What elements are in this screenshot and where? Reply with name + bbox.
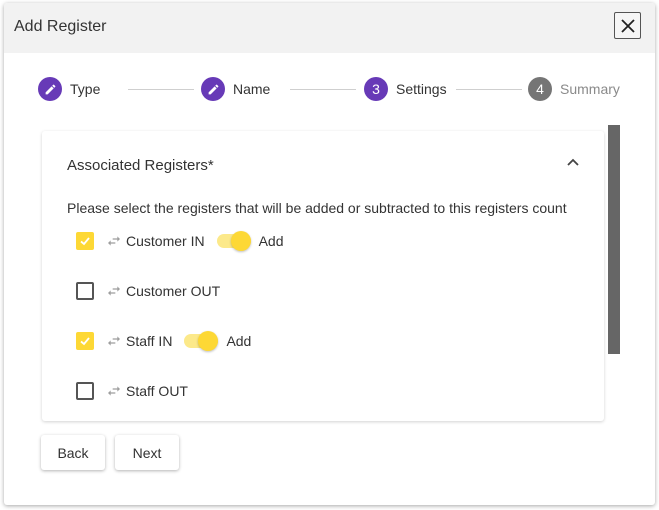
back-button[interactable]: Back — [41, 435, 105, 470]
step-name[interactable]: Name — [201, 77, 270, 101]
add-subtract-toggle[interactable] — [215, 231, 251, 251]
chevron-up-icon[interactable] — [565, 155, 581, 171]
step-settings[interactable]: 3 Settings — [364, 77, 447, 101]
register-checkbox[interactable] — [76, 382, 94, 400]
register-label: Staff OUT — [126, 383, 188, 399]
step-summary-label: Summary — [560, 81, 620, 97]
step-summary[interactable]: 4 Summary — [528, 77, 620, 101]
toggle-label: Add — [258, 233, 284, 249]
register-checkbox[interactable] — [76, 332, 94, 350]
pencil-icon — [208, 84, 218, 94]
associated-registers-panel: Associated Registers* Please select the … — [42, 131, 604, 421]
add-register-dialog: Add Register Type Name 3 Settings 4 Summ… — [4, 3, 655, 505]
step-type-label: Type — [70, 81, 101, 97]
step-name-label: Name — [233, 81, 271, 97]
register-row-customer-in: Customer IN Add — [76, 229, 284, 253]
register-label: Customer IN — [126, 233, 205, 249]
toggle-thumb — [230, 231, 251, 251]
toggle-label: Add — [226, 333, 252, 349]
panel-instruction: Please select the registers that will be… — [67, 200, 567, 216]
add-subtract-toggle[interactable] — [182, 331, 219, 351]
step-type[interactable]: Type — [38, 77, 100, 101]
register-label: Customer OUT — [126, 283, 221, 299]
register-row-customer-out: Customer OUT — [76, 279, 220, 303]
dialog-title: Add Register — [14, 18, 107, 35]
register-checkbox[interactable] — [76, 282, 94, 300]
step-summary-circle: 4 — [528, 77, 552, 101]
pencil-icon — [45, 84, 55, 94]
register-row-staff-out: Staff OUT — [76, 379, 188, 403]
close-icon — [620, 18, 635, 33]
step-connector — [456, 89, 522, 90]
register-row-staff-in: Staff IN Add — [76, 329, 251, 353]
checkmark-icon — [80, 237, 90, 246]
swap-horizontal-icon — [108, 286, 120, 296]
stepper: Type Name 3 Settings 4 Summary — [4, 53, 655, 125]
step-connector — [128, 89, 194, 90]
register-checkbox[interactable] — [76, 232, 94, 250]
panel-title: Associated Registers* — [67, 157, 214, 174]
step-name-circle — [201, 77, 225, 101]
step-settings-label: Settings — [396, 81, 447, 97]
register-label: Staff IN — [126, 333, 173, 349]
swap-horizontal-icon — [108, 386, 120, 396]
next-button[interactable]: Next — [115, 435, 179, 470]
step-type-circle — [38, 77, 62, 101]
step-settings-circle: 3 — [364, 77, 388, 101]
swap-horizontal-icon — [108, 336, 120, 346]
swap-horizontal-icon — [108, 236, 120, 246]
toggle-thumb — [198, 331, 219, 351]
dialog-titlebar: Add Register — [4, 3, 655, 53]
close-button[interactable] — [614, 12, 641, 39]
panel-scrollbar[interactable] — [608, 125, 620, 354]
checkmark-icon — [80, 337, 90, 346]
step-connector — [290, 89, 356, 90]
